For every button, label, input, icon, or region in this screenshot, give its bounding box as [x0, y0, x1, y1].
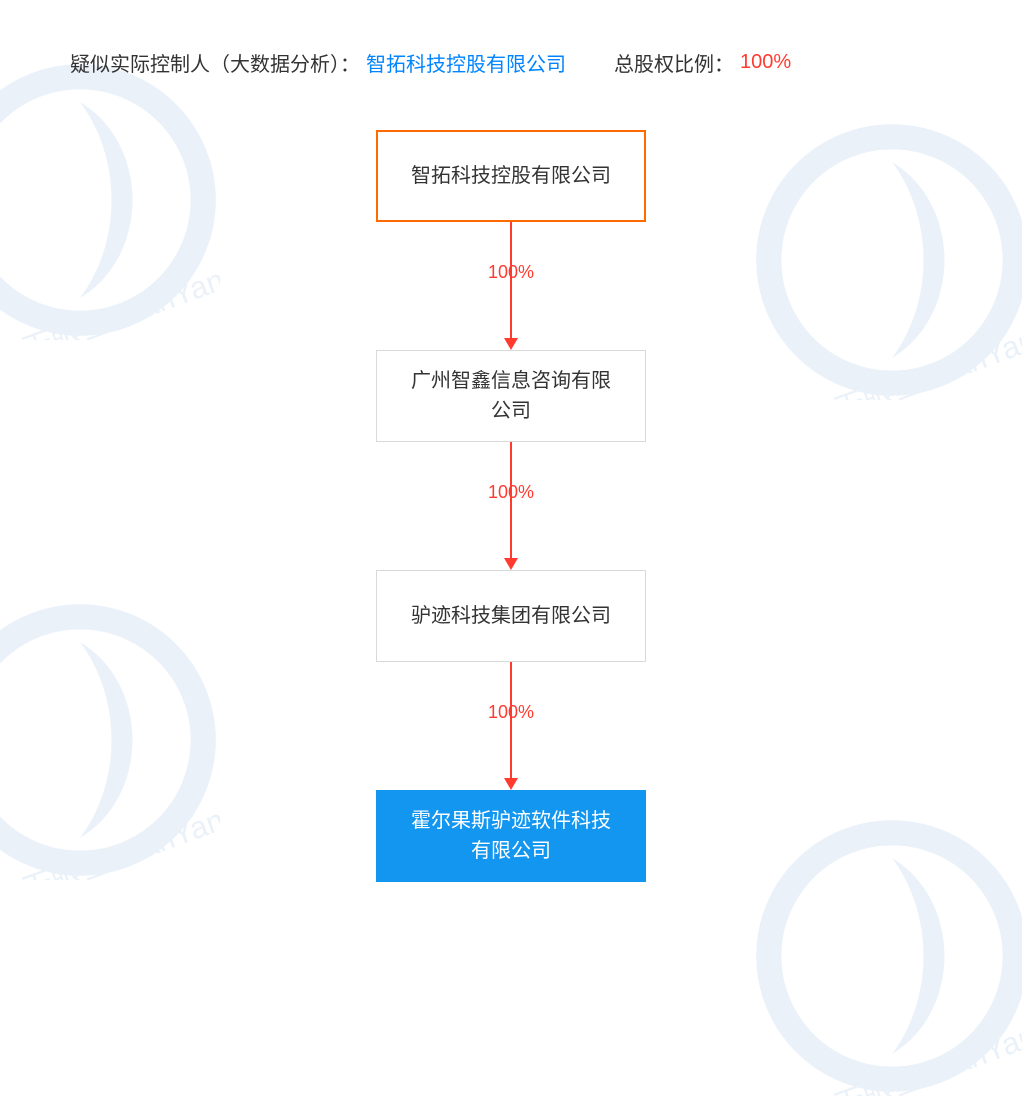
controller-label: 疑似实际控制人（大数据分析）：	[70, 48, 360, 77]
controller-link[interactable]: 智拓科技控股有限公司	[366, 48, 566, 77]
edge: 100%	[499, 662, 523, 790]
node-label: 智拓科技控股有限公司	[411, 161, 611, 191]
node-label: 广州智鑫信息咨询有限公司	[405, 366, 617, 426]
arrow-down-icon	[499, 222, 523, 350]
node-intermediate[interactable]: 广州智鑫信息咨询有限公司	[376, 350, 646, 442]
node-root[interactable]: 智拓科技控股有限公司	[376, 130, 646, 222]
edge-percent: 100%	[488, 262, 534, 283]
arrow-down-icon	[499, 442, 523, 570]
node-intermediate[interactable]: 驴迹科技集团有限公司	[376, 570, 646, 662]
edge: 100%	[499, 222, 523, 350]
node-target[interactable]: 霍尔果斯驴迹软件科技有限公司	[376, 790, 646, 882]
edge: 100%	[499, 442, 523, 570]
edge-percent: 100%	[488, 482, 534, 503]
edge-percent: 100%	[488, 702, 534, 723]
arrow-down-icon	[499, 662, 523, 790]
total-equity-value: 100%	[740, 51, 791, 74]
header-row: 疑似实际控制人（大数据分析）： 智拓科技控股有限公司 总股权比例： 100%	[70, 48, 952, 77]
node-label: 霍尔果斯驴迹软件科技有限公司	[405, 806, 617, 866]
svg-text:天眼查 TianYanCha.com: 天眼查 TianYanCha.com	[829, 976, 1022, 1096]
total-equity-label: 总股权比例：	[614, 48, 734, 77]
node-label: 驴迹科技集团有限公司	[411, 601, 611, 631]
ownership-chain-diagram: 智拓科技控股有限公司 100% 广州智鑫信息咨询有限公司 100% 驴迹科技集团…	[0, 130, 1022, 882]
